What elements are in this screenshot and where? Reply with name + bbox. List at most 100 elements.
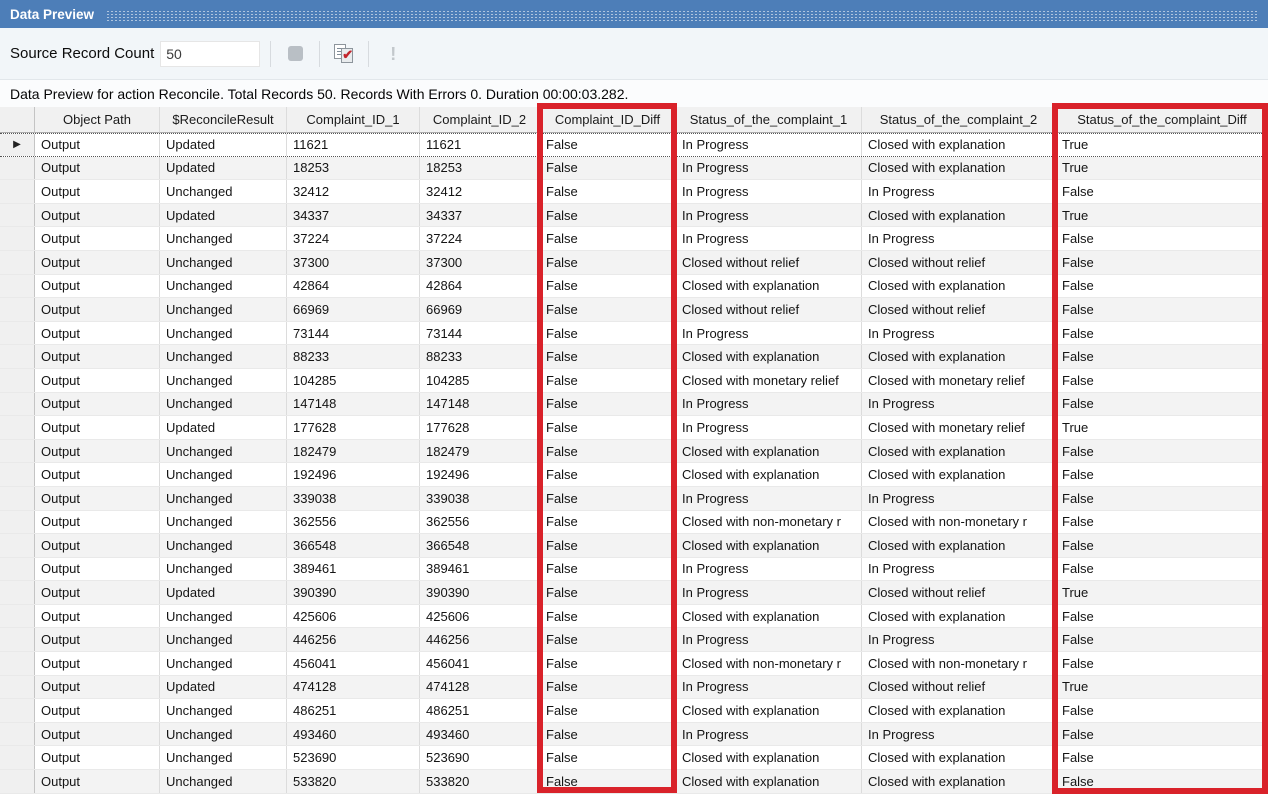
table-cell[interactable]: Closed with explanation: [676, 440, 862, 463]
table-cell[interactable]: False: [1056, 322, 1268, 345]
table-cell[interactable]: In Progress: [676, 180, 862, 203]
table-cell[interactable]: False: [540, 134, 676, 156]
table-cell[interactable]: 366548: [420, 534, 540, 557]
table-cell[interactable]: Output: [35, 746, 160, 769]
table-cell[interactable]: False: [540, 487, 676, 510]
table-cell[interactable]: False: [540, 746, 676, 769]
table-cell[interactable]: Updated: [160, 416, 287, 439]
table-cell[interactable]: Unchanged: [160, 275, 287, 298]
table-cell[interactable]: Unchanged: [160, 463, 287, 486]
table-cell[interactable]: False: [540, 581, 676, 604]
table-cell[interactable]: Unchanged: [160, 251, 287, 274]
table-row[interactable]: OutputUnchanged533820533820FalseClosed w…: [0, 770, 1268, 794]
table-cell[interactable]: Closed with explanation: [676, 746, 862, 769]
table-cell[interactable]: False: [540, 180, 676, 203]
table-cell[interactable]: Closed without relief: [862, 581, 1056, 604]
row-selector[interactable]: [0, 723, 35, 746]
table-cell[interactable]: 446256: [420, 628, 540, 651]
table-cell[interactable]: Unchanged: [160, 322, 287, 345]
table-cell[interactable]: False: [540, 699, 676, 722]
table-cell[interactable]: 182479: [287, 440, 420, 463]
table-row[interactable]: OutputUnchanged493460493460FalseIn Progr…: [0, 723, 1268, 747]
table-cell[interactable]: 88233: [420, 345, 540, 368]
column-header[interactable]: $ReconcileResult: [160, 107, 287, 133]
column-header[interactable]: Complaint_ID_1: [287, 107, 420, 133]
table-cell[interactable]: True: [1056, 676, 1268, 699]
table-cell[interactable]: False: [1056, 558, 1268, 581]
table-cell[interactable]: Closed with monetary relief: [862, 416, 1056, 439]
table-cell[interactable]: True: [1056, 204, 1268, 227]
table-cell[interactable]: 11621: [420, 134, 540, 156]
table-cell[interactable]: Output: [35, 581, 160, 604]
table-cell[interactable]: False: [540, 275, 676, 298]
table-cell[interactable]: 389461: [420, 558, 540, 581]
table-cell[interactable]: Output: [35, 416, 160, 439]
row-selector[interactable]: [0, 157, 35, 180]
table-cell[interactable]: 34337: [287, 204, 420, 227]
row-selector[interactable]: [0, 416, 35, 439]
table-cell[interactable]: 66969: [420, 298, 540, 321]
table-cell[interactable]: In Progress: [862, 723, 1056, 746]
table-cell[interactable]: False: [1056, 345, 1268, 368]
table-cell[interactable]: In Progress: [862, 393, 1056, 416]
table-cell[interactable]: Unchanged: [160, 652, 287, 675]
table-cell[interactable]: False: [540, 416, 676, 439]
table-cell[interactable]: False: [540, 157, 676, 180]
row-selector[interactable]: [0, 322, 35, 345]
table-cell[interactable]: True: [1056, 157, 1268, 180]
table-row[interactable]: OutputUnchanged6696966969FalseClosed wit…: [0, 298, 1268, 322]
row-selector[interactable]: [0, 463, 35, 486]
row-selector[interactable]: [0, 369, 35, 392]
row-selector[interactable]: [0, 699, 35, 722]
table-cell[interactable]: Unchanged: [160, 723, 287, 746]
table-cell[interactable]: False: [1056, 393, 1268, 416]
table-cell[interactable]: Closed with non-monetary r: [676, 511, 862, 534]
table-cell[interactable]: 523690: [420, 746, 540, 769]
table-row[interactable]: OutputUpdated1825318253FalseIn ProgressC…: [0, 157, 1268, 181]
row-selector[interactable]: [0, 581, 35, 604]
table-row[interactable]: OutputUpdated177628177628FalseIn Progres…: [0, 416, 1268, 440]
table-cell[interactable]: Closed with explanation: [862, 699, 1056, 722]
table-cell[interactable]: Closed with explanation: [676, 699, 862, 722]
table-cell[interactable]: 486251: [287, 699, 420, 722]
table-cell[interactable]: Closed with explanation: [676, 605, 862, 628]
row-selector[interactable]: [0, 251, 35, 274]
table-cell[interactable]: 493460: [420, 723, 540, 746]
table-cell[interactable]: False: [540, 204, 676, 227]
table-cell[interactable]: False: [1056, 487, 1268, 510]
table-cell[interactable]: Updated: [160, 676, 287, 699]
table-cell[interactable]: Closed with explanation: [862, 157, 1056, 180]
table-cell[interactable]: Closed with explanation: [676, 345, 862, 368]
table-cell[interactable]: Unchanged: [160, 440, 287, 463]
table-cell[interactable]: In Progress: [676, 322, 862, 345]
table-cell[interactable]: 456041: [287, 652, 420, 675]
table-cell[interactable]: Output: [35, 463, 160, 486]
row-selector[interactable]: [0, 534, 35, 557]
table-cell[interactable]: 34337: [420, 204, 540, 227]
table-cell[interactable]: 362556: [420, 511, 540, 534]
table-cell[interactable]: False: [540, 770, 676, 793]
table-cell[interactable]: 192496: [287, 463, 420, 486]
table-cell[interactable]: In Progress: [862, 180, 1056, 203]
table-cell[interactable]: False: [540, 534, 676, 557]
table-cell[interactable]: True: [1056, 416, 1268, 439]
table-cell[interactable]: False: [1056, 298, 1268, 321]
table-cell[interactable]: Output: [35, 275, 160, 298]
table-cell[interactable]: 104285: [287, 369, 420, 392]
table-cell[interactable]: 66969: [287, 298, 420, 321]
table-cell[interactable]: 390390: [420, 581, 540, 604]
table-cell[interactable]: Output: [35, 298, 160, 321]
table-cell[interactable]: 474128: [420, 676, 540, 699]
table-cell[interactable]: 389461: [287, 558, 420, 581]
table-cell[interactable]: Closed with monetary relief: [676, 369, 862, 392]
table-cell[interactable]: 486251: [420, 699, 540, 722]
table-row[interactable]: OutputUpdated474128474128FalseIn Progres…: [0, 676, 1268, 700]
column-header[interactable]: Status_of_the_complaint_Diff: [1056, 107, 1268, 133]
table-cell[interactable]: Output: [35, 180, 160, 203]
table-cell[interactable]: Updated: [160, 134, 287, 156]
table-cell[interactable]: Closed with monetary relief: [862, 369, 1056, 392]
table-cell[interactable]: Output: [35, 699, 160, 722]
current-row-indicator[interactable]: ▶: [0, 134, 35, 156]
table-cell[interactable]: Unchanged: [160, 227, 287, 250]
table-cell[interactable]: Unchanged: [160, 511, 287, 534]
